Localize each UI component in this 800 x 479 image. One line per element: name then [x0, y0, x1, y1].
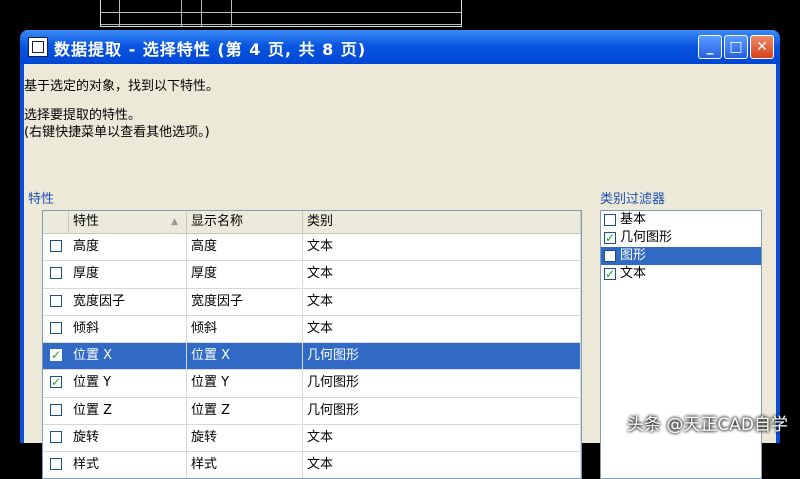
category-filter-label-text: 基本	[620, 212, 647, 227]
title-bar[interactable]: 数据提取 - 选择特性 (第 4 页, 共 8 页) _ □ ✕	[20, 30, 780, 64]
category-filter-label: 类别过滤器	[600, 192, 666, 207]
table-row[interactable]: ✓ 位置 X 位置 X 几何图形	[43, 343, 581, 371]
category-cell: 文本	[303, 234, 581, 260]
property-name-cell: 厚度	[69, 261, 187, 288]
sort-arrow-icon: ▲	[171, 217, 178, 227]
table-row[interactable]: 高度 高度 文本	[43, 234, 581, 262]
row-checkbox[interactable]	[50, 321, 62, 334]
header-category[interactable]: 类别	[303, 211, 581, 233]
check-icon: ✓	[51, 348, 62, 363]
category-filter-item[interactable]: ✓ 几何图形	[601, 229, 761, 247]
list-rows: 高度 高度 文本 厚度 厚度 文本 宽度因子 宽度因子 文本 倾斜 倾斜 文本 ✓ 位置 X 位置 X 几何图…	[43, 234, 581, 478]
cad-divider	[231, 0, 232, 26]
table-row[interactable]: ✓ 位置 Y 位置 Y 几何图形	[43, 370, 581, 398]
category-cell: 文本	[303, 315, 581, 342]
row-checkbox[interactable]	[50, 240, 62, 252]
category-checkbox[interactable]: ✓	[604, 268, 616, 280]
display-name-cell[interactable]: 高度	[187, 234, 303, 260]
category-cell: 文本	[303, 288, 581, 315]
category-filter-item[interactable]: ✓ 文本	[601, 265, 761, 283]
instruction-line: (右键快捷菜单以查看其他选项。)	[24, 125, 210, 140]
properties-group-label: 特性	[28, 192, 55, 207]
row-checkbox[interactable]: ✓	[50, 348, 62, 363]
category-filter-list[interactable]: 基本 ✓ 几何图形图形 ✓ 文本	[600, 210, 762, 479]
property-name-cell: 位置 X	[69, 343, 187, 370]
maximize-icon: □	[729, 39, 743, 55]
category-filter-item[interactable]: 图形	[601, 247, 761, 265]
display-name-cell[interactable]: 厚度	[187, 261, 303, 288]
display-name-cell[interactable]: 倾斜	[187, 315, 303, 342]
property-name-cell: 旋转	[69, 425, 187, 452]
instruction-line: 选择要提取的特性。	[24, 108, 142, 123]
header-property[interactable]: 特性 ▲	[69, 211, 187, 233]
list-header: 特性 ▲ 显示名称 类别	[43, 211, 581, 234]
row-checkbox[interactable]	[50, 458, 62, 471]
table-row[interactable]: 旋转 旋转 文本	[43, 425, 581, 453]
table-row[interactable]: 宽度因子 宽度因子 文本	[43, 288, 581, 316]
display-name-cell[interactable]: 宽度因子	[187, 288, 303, 315]
check-icon: ✓	[605, 231, 616, 245]
category-filter-label-text: 图形	[620, 248, 647, 263]
check-icon: ✓	[51, 375, 62, 390]
category-filter-label-text: 文本	[620, 266, 647, 281]
property-name-cell: 位置 Z	[69, 397, 187, 424]
property-name-cell: 位置 Y	[69, 370, 187, 397]
row-checkbox[interactable]	[50, 267, 62, 280]
category-cell: 文本	[303, 425, 581, 452]
data-extraction-dialog: 数据提取 - 选择特性 (第 4 页, 共 8 页) _ □ ✕ 基于选定的对象…	[20, 30, 780, 479]
category-cell: 文本	[303, 452, 581, 478]
maximize-button[interactable]: □	[724, 35, 748, 59]
property-name-cell: 高度	[69, 234, 187, 260]
category-checkbox[interactable]: ✓	[604, 232, 616, 244]
property-name-cell: 样式	[69, 452, 187, 478]
category-filter-label-text: 几何图形	[620, 230, 673, 245]
watermark: 头条 @天正CAD自学	[627, 415, 788, 435]
check-icon: ✓	[605, 267, 616, 281]
header-display-name[interactable]: 显示名称	[187, 211, 303, 233]
header-property-label: 特性	[73, 214, 100, 229]
category-cell: 几何图形	[303, 370, 581, 397]
cad-divider	[201, 0, 202, 26]
window-title: 数据提取 - 选择特性 (第 4 页, 共 8 页)	[54, 40, 367, 59]
properties-list[interactable]: 特性 ▲ 显示名称 类别 高度 高度 文本 厚度 厚度 文本 宽度因子 宽度因子 文本 倾斜 倾斜文…	[42, 210, 582, 479]
cad-row	[101, 12, 461, 25]
cad-divider	[181, 0, 182, 26]
row-checkbox[interactable]: ✓	[50, 375, 62, 390]
property-name-cell: 宽度因子	[69, 288, 187, 315]
cad-divider	[119, 0, 120, 26]
display-name-cell[interactable]: 位置 Z	[187, 397, 303, 424]
category-filter-item[interactable]: 基本	[601, 211, 761, 229]
app-icon	[28, 37, 48, 57]
table-row[interactable]: 位置 Z 位置 Z 几何图形	[43, 397, 581, 426]
table-row[interactable]: 样式 样式 文本	[43, 452, 581, 478]
row-checkbox[interactable]	[50, 294, 62, 307]
background-cad-table	[100, 0, 462, 27]
close-button[interactable]: ✕	[750, 35, 774, 59]
table-row[interactable]: 厚度 厚度 文本	[43, 261, 581, 289]
display-name-cell[interactable]: 位置 X	[187, 343, 303, 370]
instruction-line: 基于选定的对象，找到以下特性。	[24, 79, 220, 94]
dialog-body: 基于选定的对象，找到以下特性。 选择要提取的特性。 (右键快捷菜单以查看其他选项…	[24, 64, 776, 479]
display-name-cell[interactable]: 旋转	[187, 425, 303, 452]
instructions: 基于选定的对象，找到以下特性。 选择要提取的特性。 (右键快捷菜单以查看其他选项…	[24, 78, 219, 141]
display-name-cell[interactable]: 位置 Y	[187, 370, 303, 397]
minimize-icon: _	[706, 39, 714, 55]
category-checkbox[interactable]	[604, 214, 616, 226]
table-row[interactable]: 倾斜 倾斜 文本	[43, 315, 581, 344]
header-checkbox-column[interactable]	[43, 211, 69, 233]
category-checkbox[interactable]	[604, 250, 616, 262]
display-name-cell[interactable]: 样式	[187, 452, 303, 478]
property-name-cell: 倾斜	[69, 315, 187, 342]
category-cell: 几何图形	[303, 397, 581, 424]
category-cell: 几何图形	[303, 343, 581, 370]
minimize-button[interactable]: _	[698, 35, 722, 59]
row-checkbox[interactable]	[50, 403, 62, 416]
row-checkbox[interactable]	[50, 431, 62, 444]
category-cell: 文本	[303, 261, 581, 288]
close-icon: ✕	[756, 39, 768, 55]
